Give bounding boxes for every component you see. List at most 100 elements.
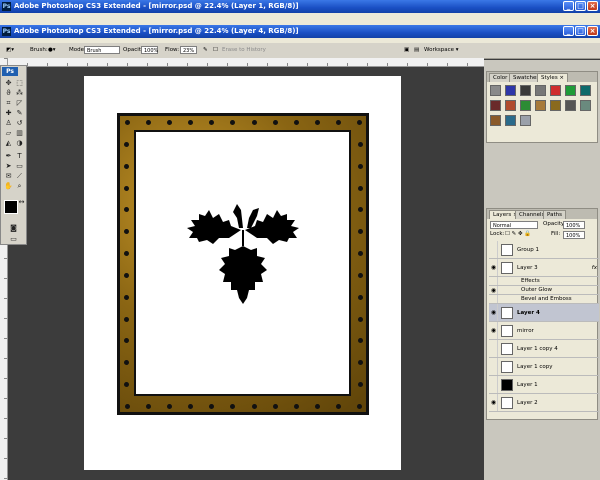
shape-tool-icon[interactable]: ▭ — [15, 162, 24, 170]
visibility-eye-icon[interactable] — [490, 277, 498, 285]
foreground-color-swatch[interactable] — [4, 200, 18, 214]
style-swatch[interactable] — [535, 100, 546, 111]
screen-mode-icon[interactable]: ▭ — [9, 235, 18, 243]
layer-opacity-input[interactable]: 100% — [563, 221, 585, 229]
flow-input[interactable]: 23% — [180, 46, 197, 54]
blur-tool-icon[interactable]: ◭ — [4, 139, 13, 147]
style-swatch[interactable] — [490, 85, 501, 96]
style-swatch[interactable] — [565, 85, 576, 96]
layer-row[interactable]: Bevel and Emboss — [489, 295, 599, 304]
bridge-icon[interactable]: ▤ — [414, 46, 419, 55]
opacity-input[interactable]: 100% — [141, 46, 158, 54]
tab-styles[interactable]: Styles × — [537, 73, 569, 82]
style-swatch[interactable] — [520, 115, 531, 126]
style-swatch[interactable] — [565, 100, 576, 111]
lock-icons[interactable]: ☐ ✎ ✥ 🔒 — [505, 230, 531, 239]
visibility-eye-icon[interactable]: ◉ — [490, 259, 498, 276]
style-swatch[interactable] — [505, 115, 516, 126]
palette-well-icon[interactable]: ▣ — [404, 46, 409, 55]
clone-stamp-icon[interactable]: ♙ — [4, 119, 13, 127]
crop-tool-icon[interactable]: ⌗ — [4, 99, 13, 107]
visibility-eye-icon[interactable] — [490, 376, 498, 393]
style-swatch[interactable] — [505, 100, 516, 111]
layer-row[interactable]: ◉ Outer Glow — [489, 286, 599, 295]
style-swatch[interactable] — [490, 115, 501, 126]
quick-mask-icon[interactable]: ◙ — [9, 224, 18, 232]
marquee-tool-icon[interactable]: ⬚ — [15, 79, 24, 87]
style-swatch[interactable] — [520, 100, 531, 111]
erase-history-checkbox[interactable]: ☐ — [213, 46, 218, 55]
layer-name: Layer 1 copy — [517, 364, 553, 370]
history-brush-icon[interactable]: ↺ — [15, 119, 24, 127]
rivet — [124, 185, 129, 191]
rivet — [335, 120, 341, 125]
eyedropper-tool-icon[interactable]: ⟋ — [15, 172, 24, 180]
close-icon[interactable]: × — [587, 1, 598, 11]
eraser-tool-icon[interactable]: ▱ — [4, 129, 13, 137]
title-bar-front[interactable]: Ps Adobe Photoshop CS3 Extended - [mirro… — [0, 25, 600, 38]
maximize-icon[interactable]: □ — [575, 1, 586, 11]
healing-brush-icon[interactable]: ✚ — [4, 109, 13, 117]
layer-row[interactable]: ◉ mirror — [489, 322, 599, 340]
visibility-eye-icon[interactable] — [490, 241, 498, 258]
fx-icon[interactable]: fx — [592, 265, 597, 271]
pen-tool-icon[interactable]: ✒ — [4, 152, 13, 160]
layer-row[interactable]: ◉ Layer 2 — [489, 394, 599, 412]
style-swatch[interactable] — [580, 100, 591, 111]
minimize-icon[interactable]: _ — [563, 1, 574, 11]
maximize-icon[interactable]: □ — [575, 26, 586, 36]
hand-tool-icon[interactable]: ✋ — [4, 182, 13, 190]
path-selection-icon[interactable]: ➤ — [4, 162, 13, 170]
brush-tool-icon[interactable]: ✎ — [15, 109, 24, 117]
rivet — [335, 404, 341, 409]
close-icon[interactable]: × — [587, 26, 598, 36]
notes-tool-icon[interactable]: ✉ — [4, 172, 13, 180]
layer-name: Layer 2 — [517, 400, 538, 406]
move-tool-icon[interactable]: ✥ — [4, 79, 13, 87]
airbrush-icon[interactable]: ✎ — [203, 46, 208, 55]
visibility-eye-icon[interactable] — [490, 358, 498, 375]
style-swatch[interactable] — [550, 85, 561, 96]
blend-mode-select[interactable]: Normal — [490, 221, 538, 229]
visibility-eye-icon[interactable]: ◉ — [490, 286, 498, 294]
rivet — [358, 272, 363, 278]
visibility-eye-icon[interactable]: ◉ — [490, 394, 498, 411]
layer-row[interactable]: Layer 1 — [489, 376, 599, 394]
style-swatch[interactable] — [520, 85, 531, 96]
eraser-tool-icon[interactable]: ◩▾ — [6, 46, 14, 55]
magic-wand-icon[interactable]: ⁂ — [15, 89, 24, 97]
layer-thumbnail — [501, 397, 513, 409]
window-controls-back: _ □ × — [563, 1, 598, 11]
visibility-eye-icon[interactable] — [490, 340, 498, 357]
mode-select[interactable]: Brush — [84, 46, 120, 54]
dodge-tool-icon[interactable]: ◑ — [15, 139, 24, 147]
layer-row[interactable]: ◉ Layer 4 — [489, 304, 599, 322]
workspace-menu[interactable]: Workspace ▾ — [424, 46, 459, 55]
layer-row[interactable]: ◉ Layer 3 fx — [489, 259, 599, 277]
lasso-tool-icon[interactable]: ϑ — [4, 89, 13, 97]
style-swatch[interactable] — [535, 85, 546, 96]
visibility-eye-icon[interactable] — [490, 295, 498, 303]
rivet — [272, 404, 278, 409]
style-swatch[interactable] — [490, 100, 501, 111]
minimize-icon[interactable]: _ — [563, 26, 574, 36]
tab-paths[interactable]: Paths — [543, 210, 566, 219]
type-tool-icon[interactable]: T — [15, 152, 24, 160]
rivet — [314, 404, 320, 409]
layer-row[interactable]: Layer 1 copy 4 — [489, 340, 599, 358]
layer-row[interactable]: Group 1 — [489, 241, 599, 259]
title-bar-back[interactable]: Ps Adobe Photoshop CS3 Extended - [mirro… — [0, 0, 600, 13]
style-swatch[interactable] — [580, 85, 591, 96]
visibility-eye-icon[interactable]: ◉ — [490, 304, 498, 321]
style-swatch[interactable] — [550, 100, 561, 111]
gradient-tool-icon[interactable]: ▥ — [15, 129, 24, 137]
brush-preset-picker[interactable]: ●▾ — [48, 46, 56, 55]
zoom-tool-icon[interactable]: ⌕ — [15, 182, 24, 190]
layer-row[interactable]: Effects — [489, 277, 599, 286]
slice-tool-icon[interactable]: ◸ — [15, 99, 24, 107]
fill-input[interactable]: 100% — [563, 231, 585, 239]
style-swatch[interactable] — [505, 85, 516, 96]
visibility-eye-icon[interactable]: ◉ — [490, 322, 498, 339]
layer-row[interactable]: Layer 1 copy — [489, 358, 599, 376]
swap-colors-icon[interactable]: ↔ — [17, 198, 26, 206]
